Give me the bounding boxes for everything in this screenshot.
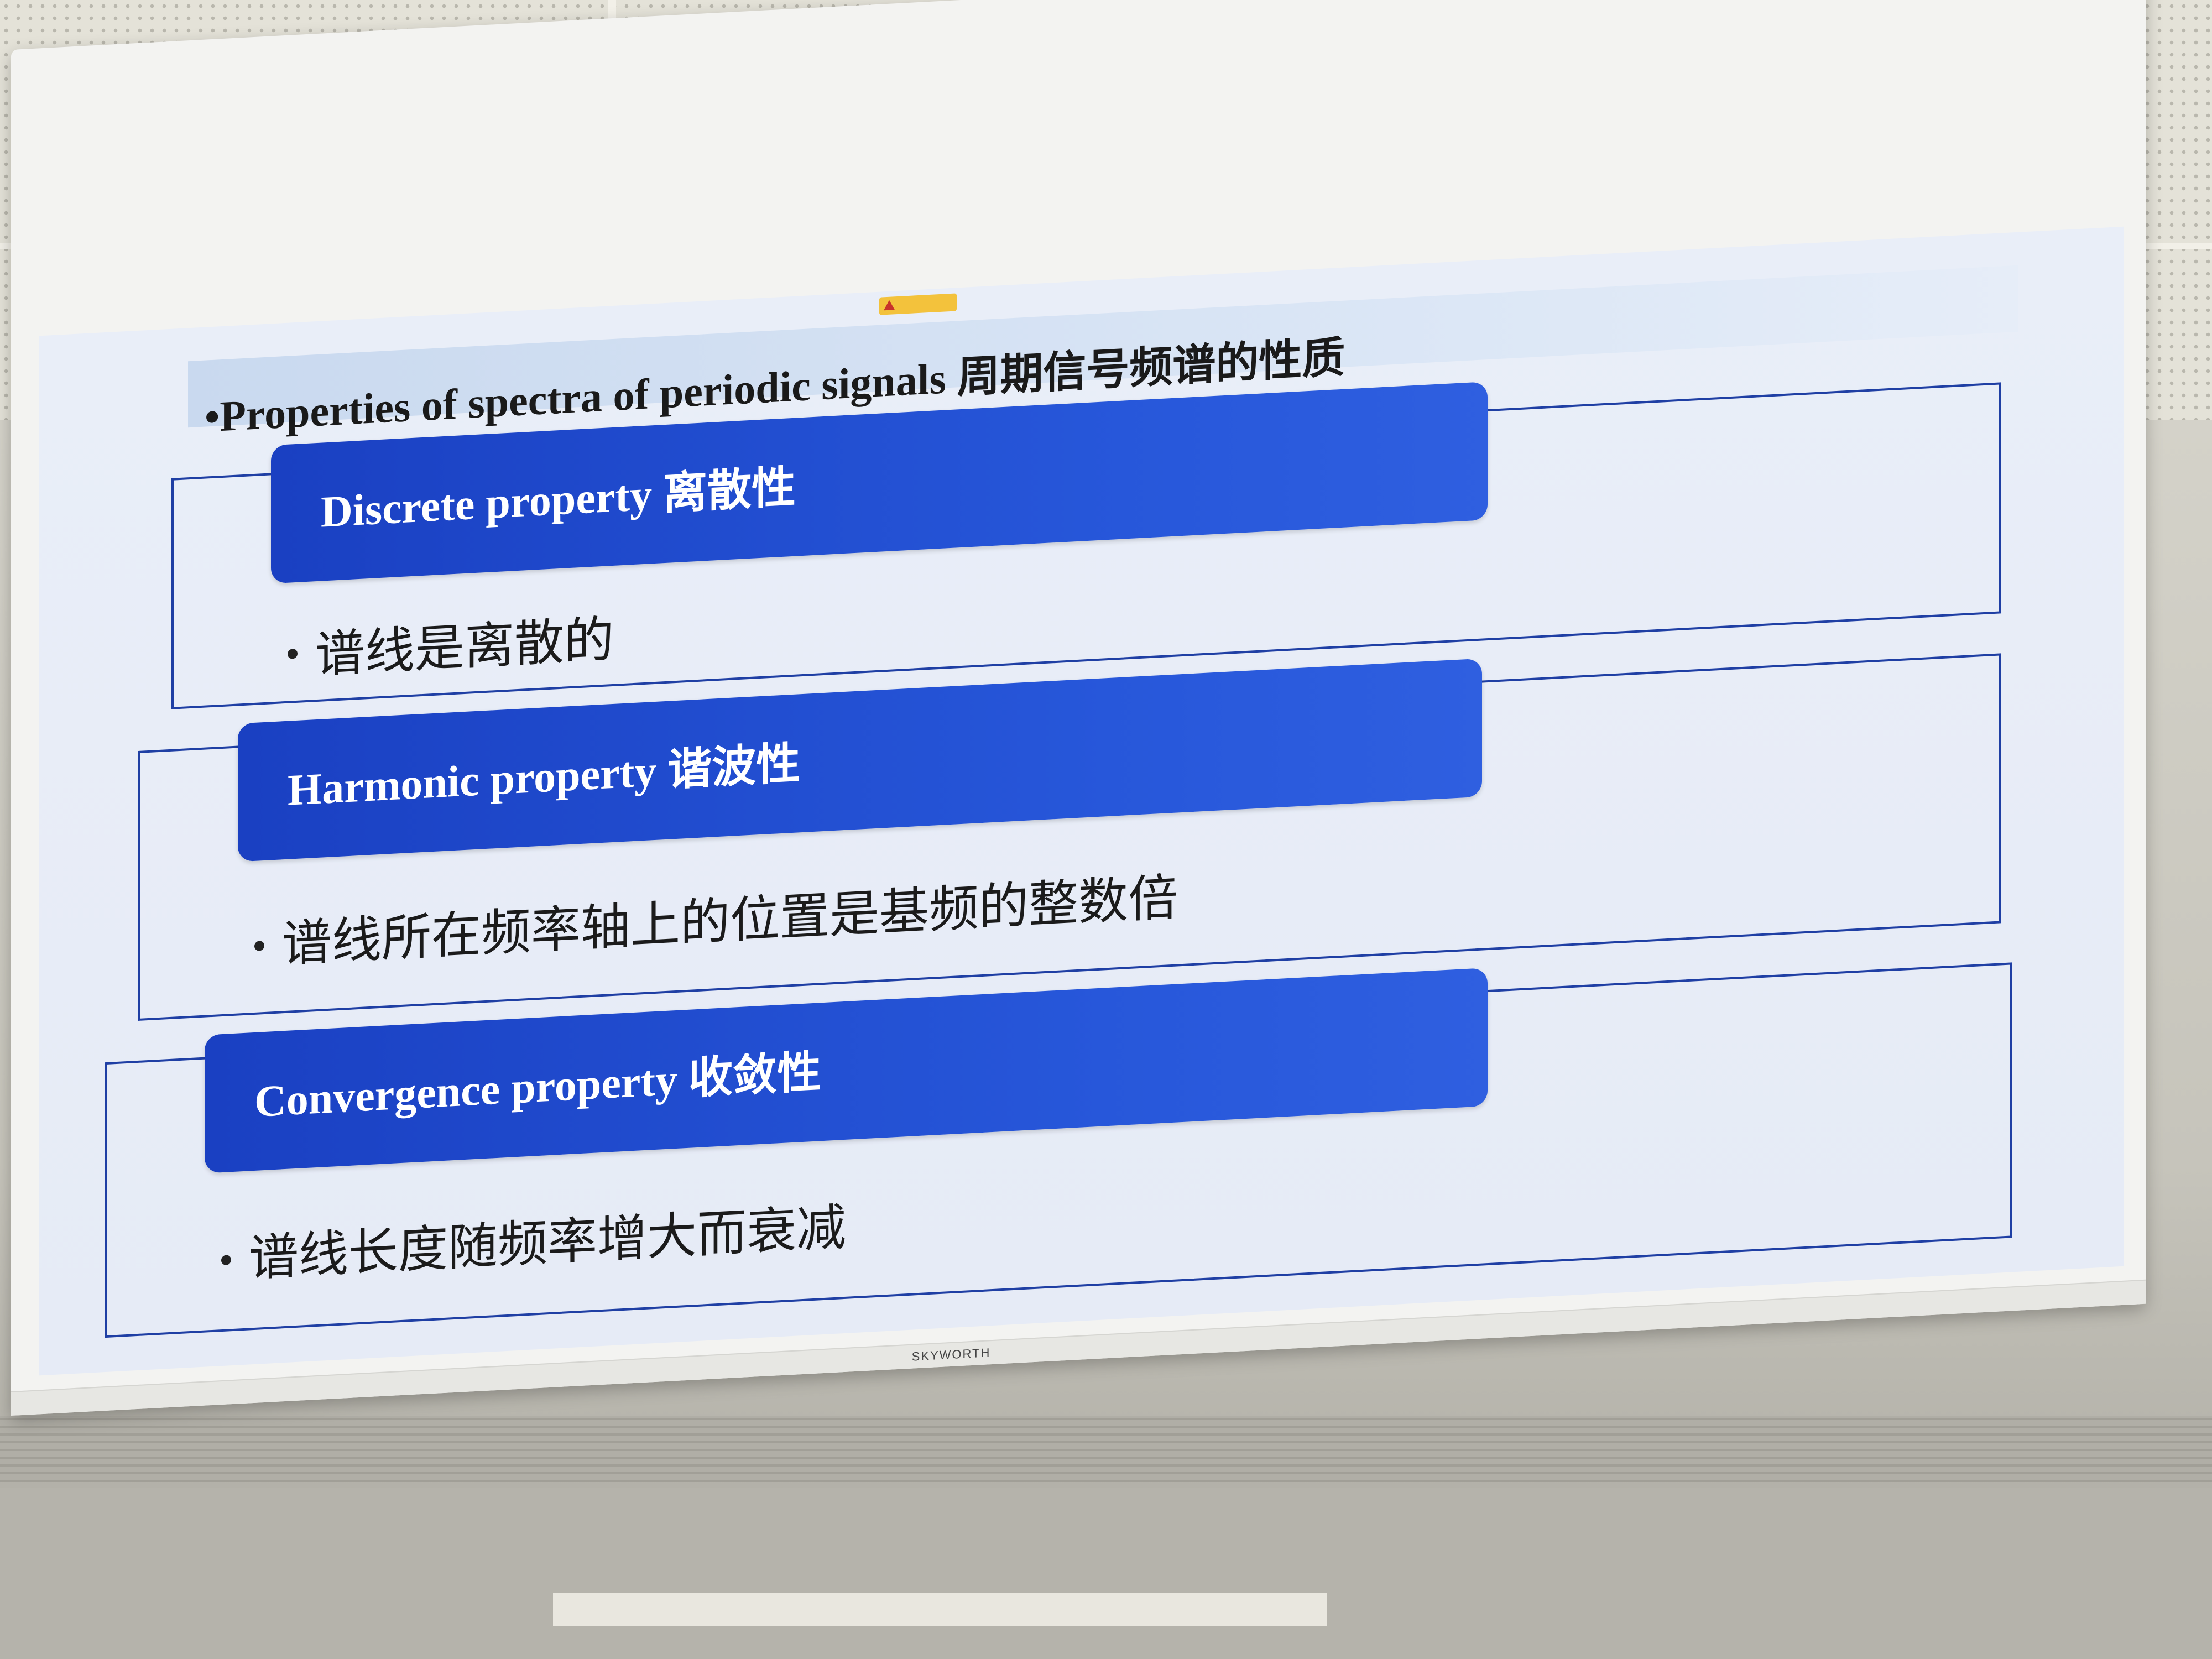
section-heading: Convergence property 收敛性 (254, 1048, 821, 1126)
slide-screen: •Properties of spectra of periodic signa… (39, 226, 2124, 1376)
television: •Properties of spectra of periodic signa… (11, 0, 2146, 1416)
section-heading: Discrete property 离散性 (321, 463, 796, 537)
tv-brand-label: SKYWORTH (911, 1345, 991, 1364)
section-heading: Harmonic property 谐波性 (288, 739, 801, 815)
ceiling-light (553, 1593, 1327, 1626)
ceiling-vent (0, 1416, 2212, 1482)
school-logo-icon (879, 293, 957, 315)
lower-ceiling (0, 1488, 2212, 1659)
